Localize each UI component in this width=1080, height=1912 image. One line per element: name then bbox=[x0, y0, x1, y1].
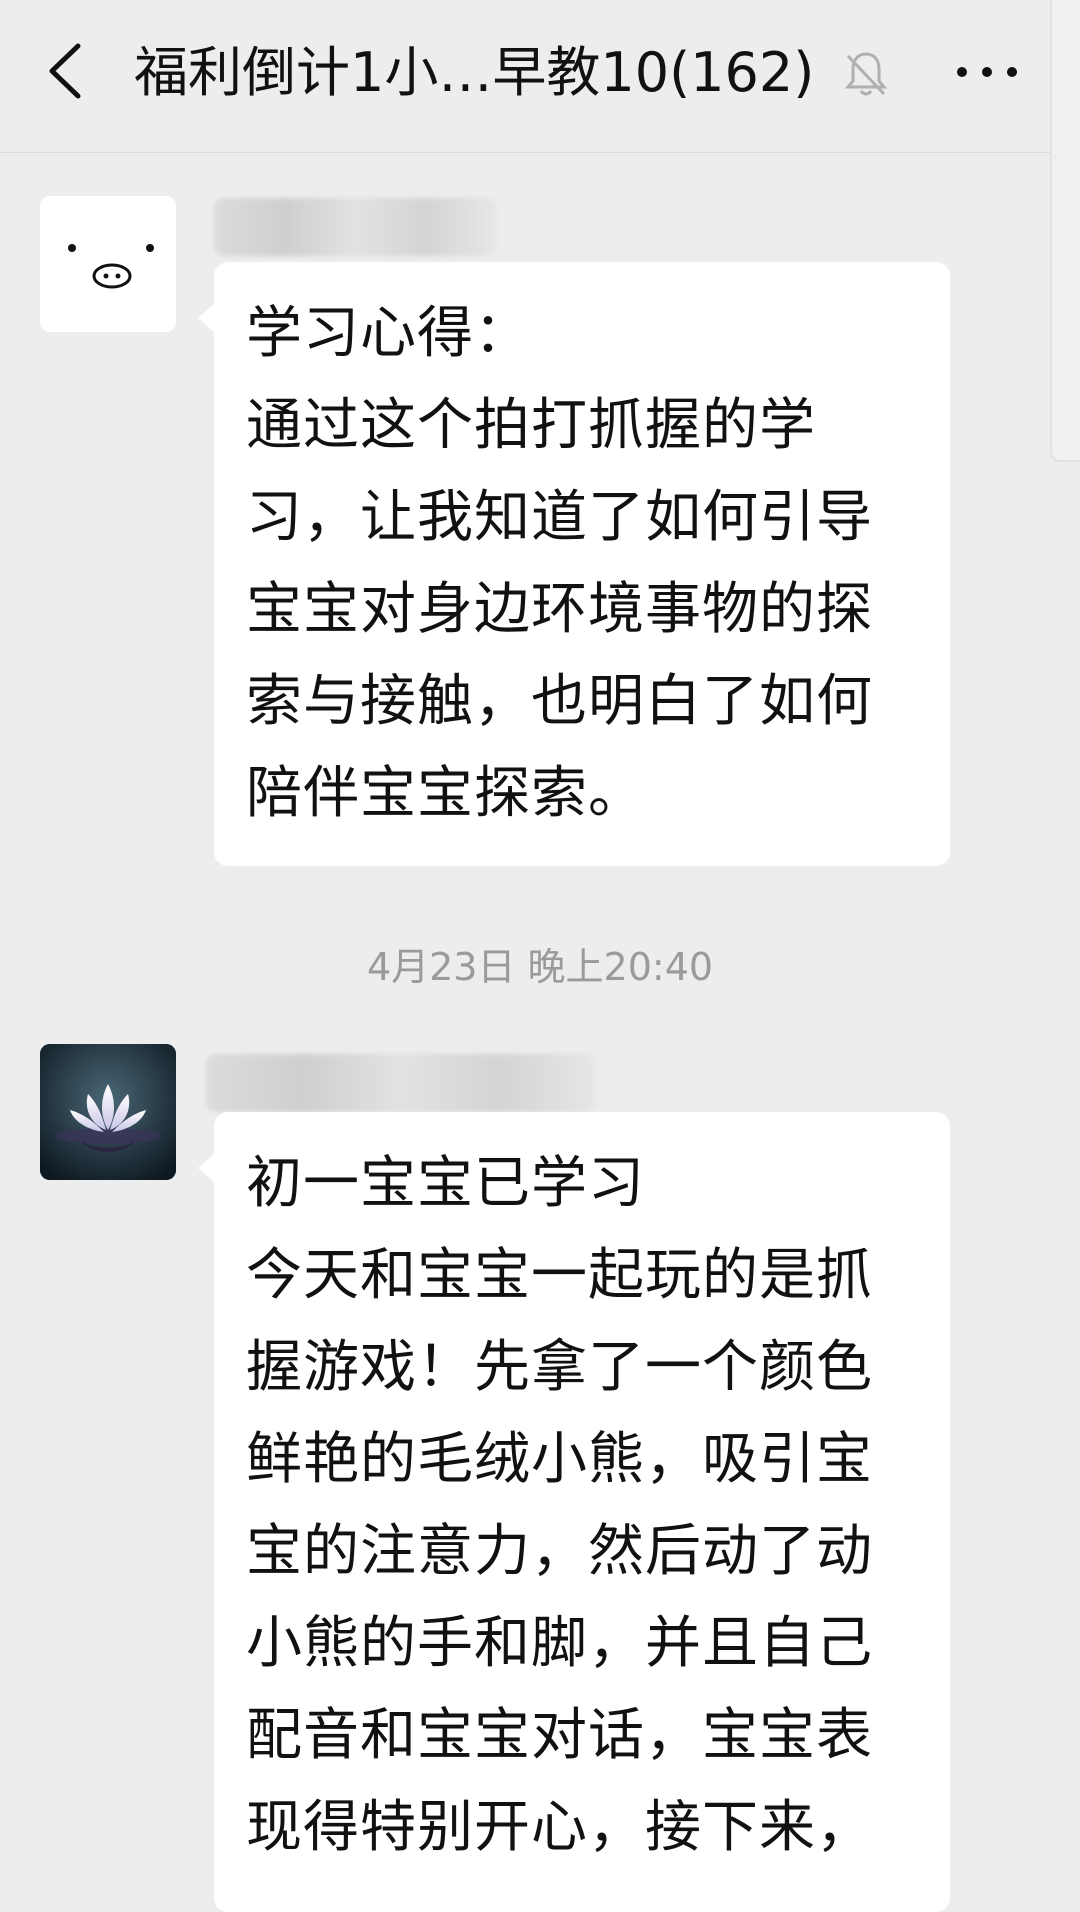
back-button[interactable] bbox=[38, 36, 98, 106]
sender-name-redacted bbox=[214, 198, 496, 256]
chevron-left-icon bbox=[49, 43, 81, 99]
message-bubble[interactable]: 初一宝宝已学习 今天和宝宝一起玩的是抓 握游戏！先拿了一个颜色 鲜艳的毛绒小熊，… bbox=[198, 1112, 950, 1912]
message-bubble[interactable]: 学习心得： 通过这个拍打抓握的学 习，让我知道了如何引导 宝宝对身边环境事物的探… bbox=[198, 262, 950, 866]
sender-avatar[interactable] bbox=[40, 196, 176, 332]
chat-header: 福利倒计1小…早教10(162) bbox=[0, 0, 1080, 153]
pig-face-icon bbox=[68, 244, 154, 289]
more-button[interactable] bbox=[952, 52, 1022, 92]
chat-title: 福利倒计1小…早教10(162) bbox=[134, 41, 815, 104]
scroll-handle[interactable] bbox=[1050, 0, 1080, 462]
sender-name-redacted bbox=[206, 1054, 596, 1112]
message-timestamp: 4月23日 晚上20:40 bbox=[366, 945, 714, 989]
message-text: 学习心得： 通过这个拍打抓握的学 习，让我知道了如何引导 宝宝对身边环境事物的探… bbox=[246, 301, 873, 826]
bell-off-icon bbox=[840, 48, 892, 100]
message-text: 初一宝宝已学习 今天和宝宝一起玩的是抓 握游戏！先拿了一个颜色 鲜艳的毛绒小熊，… bbox=[246, 1151, 873, 1860]
sender-avatar[interactable] bbox=[40, 1044, 176, 1180]
lotus-flower-icon bbox=[40, 1044, 176, 1180]
more-dots-icon bbox=[957, 67, 1017, 77]
